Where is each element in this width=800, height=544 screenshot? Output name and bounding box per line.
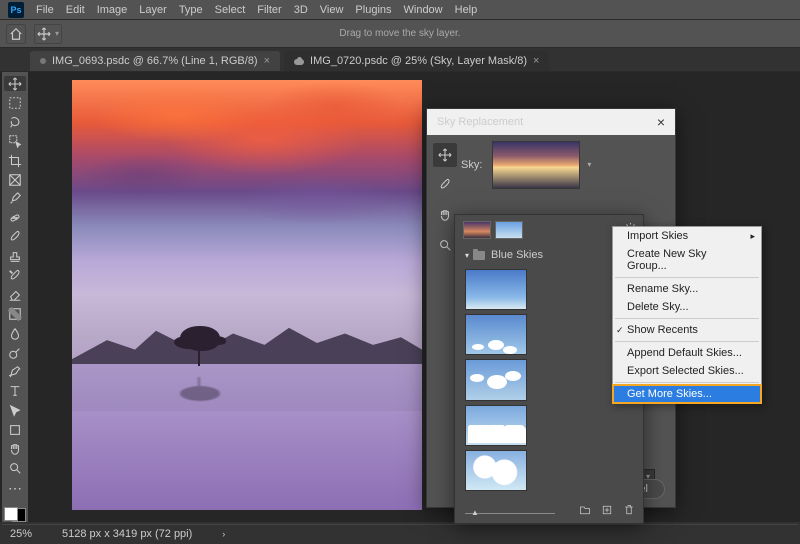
ctx-get-more-skies[interactable]: Get More Skies...	[613, 385, 761, 403]
menu-view[interactable]: View	[314, 4, 350, 16]
ctx-show-recents[interactable]: Show Recents	[613, 321, 761, 339]
shape-tool[interactable]	[4, 422, 26, 437]
new-item-icon[interactable]	[601, 504, 613, 519]
app-logo: Ps	[8, 2, 24, 18]
menu-filter[interactable]: Filter	[251, 4, 287, 16]
recent-sky-thumb[interactable]	[495, 221, 523, 239]
gradient-tool[interactable]	[4, 307, 26, 322]
tab-close[interactable]: ×	[264, 55, 270, 67]
sky-brush-tool[interactable]	[433, 173, 457, 197]
thumbnail-size-slider[interactable]	[465, 509, 555, 519]
brush-tool[interactable]	[4, 230, 26, 245]
tab-active[interactable]: IMG_0720.psdc @ 25% (Sky, Layer Mask/8) …	[284, 51, 549, 71]
sky-thumb[interactable]	[465, 450, 527, 491]
sky-preset-dropdown[interactable]	[492, 141, 580, 189]
tab-label: IMG_0720.psdc @ 25% (Sky, Layer Mask/8)	[310, 55, 527, 67]
menu-separator	[615, 382, 759, 383]
ctx-delete-sky[interactable]: Delete Sky...	[613, 298, 761, 316]
sky-thumb[interactable]	[465, 314, 527, 355]
path-select-tool[interactable]	[4, 403, 26, 418]
document-tabs: IMG_0693.psdc @ 66.7% (Line 1, RGB/8) × …	[0, 48, 800, 72]
folder-icon	[473, 251, 485, 260]
color-swatches[interactable]	[4, 507, 26, 522]
ctx-append-default[interactable]: Append Default Skies...	[613, 344, 761, 362]
marquee-tool[interactable]	[4, 95, 26, 110]
pen-tool[interactable]	[4, 365, 26, 380]
chevron-down-icon: ▾	[55, 29, 59, 38]
zoom-tool[interactable]	[4, 461, 26, 476]
dialog-titlebar[interactable]: Sky Replacement ×	[427, 109, 675, 135]
dodge-tool[interactable]	[4, 345, 26, 360]
stamp-tool[interactable]	[4, 249, 26, 264]
eraser-tool[interactable]	[4, 288, 26, 303]
menu-select[interactable]: Select	[209, 4, 252, 16]
ctx-export-selected[interactable]: Export Selected Skies...	[613, 362, 761, 380]
move-tool[interactable]	[4, 76, 26, 91]
new-folder-icon[interactable]	[579, 504, 591, 519]
menu-help[interactable]: Help	[449, 4, 484, 16]
blur-tool[interactable]	[4, 326, 26, 341]
sky-label: Sky:	[461, 159, 482, 171]
eyedropper-tool[interactable]	[4, 191, 26, 206]
tab-inactive[interactable]: IMG_0693.psdc @ 66.7% (Line 1, RGB/8) ×	[30, 51, 280, 71]
cloud-doc-icon	[40, 58, 46, 64]
menu-separator	[615, 341, 759, 342]
menu-layer[interactable]: Layer	[133, 4, 173, 16]
crop-tool[interactable]	[4, 153, 26, 168]
edit-toolbar[interactable]: ⋯	[4, 480, 26, 497]
home-button[interactable]	[6, 24, 26, 44]
zoom-level[interactable]: 25%	[10, 528, 32, 540]
object-select-tool[interactable]	[4, 134, 26, 149]
hand-tool[interactable]	[4, 441, 26, 456]
picker-footer	[579, 504, 635, 519]
trash-icon[interactable]	[623, 504, 635, 519]
chevron-right-icon[interactable]: ›	[222, 529, 225, 539]
menu-type[interactable]: Type	[173, 4, 209, 16]
menu-edit[interactable]: Edit	[60, 4, 91, 16]
menu-bar: Ps File Edit Image Layer Type Select Fil…	[0, 0, 800, 20]
sky-move-tool[interactable]	[433, 143, 457, 167]
menu-separator	[615, 277, 759, 278]
menu-image[interactable]: Image	[91, 4, 134, 16]
sky-thumb[interactable]	[465, 405, 527, 446]
tab-label: IMG_0693.psdc @ 66.7% (Line 1, RGB/8)	[52, 55, 258, 67]
menu-file[interactable]: File	[30, 4, 60, 16]
cloud-doc-icon	[294, 56, 304, 66]
ctx-rename-sky[interactable]: Rename Sky...	[613, 280, 761, 298]
heal-tool[interactable]	[4, 211, 26, 226]
tab-close[interactable]: ×	[533, 55, 539, 67]
menu-window[interactable]: Window	[398, 4, 449, 16]
move-tool-indicator[interactable]: ▾	[34, 24, 62, 44]
sky-picker-context-menu: Import Skies Create New Sky Group... Ren…	[612, 226, 762, 404]
type-tool[interactable]	[4, 384, 26, 399]
dialog-close[interactable]: ×	[657, 114, 665, 130]
menu-separator	[615, 318, 759, 319]
sky-thumb[interactable]	[465, 269, 527, 310]
menu-plugins[interactable]: Plugins	[349, 4, 397, 16]
options-bar: ▾ Drag to move the sky layer.	[0, 20, 800, 48]
menu-3d[interactable]: 3D	[288, 4, 314, 16]
sky-thumb[interactable]	[465, 359, 527, 400]
recent-sky-thumb[interactable]	[463, 221, 491, 239]
group-label: Blue Skies	[491, 249, 543, 261]
document-canvas[interactable]	[72, 80, 422, 510]
history-brush-tool[interactable]	[4, 268, 26, 283]
dialog-title: Sky Replacement	[437, 116, 523, 128]
ctx-import-skies[interactable]: Import Skies	[613, 227, 761, 245]
options-hint: Drag to move the sky layer.	[339, 28, 460, 39]
lasso-tool[interactable]	[4, 114, 26, 129]
tool-palette: ⋯	[2, 72, 28, 522]
doc-info[interactable]: 5128 px x 3419 px (72 ppi)	[62, 528, 192, 540]
status-bar: 25% 5128 px x 3419 px (72 ppi) ›	[2, 524, 798, 542]
ctx-new-sky-group[interactable]: Create New Sky Group...	[613, 245, 761, 275]
frame-tool[interactable]	[4, 172, 26, 187]
